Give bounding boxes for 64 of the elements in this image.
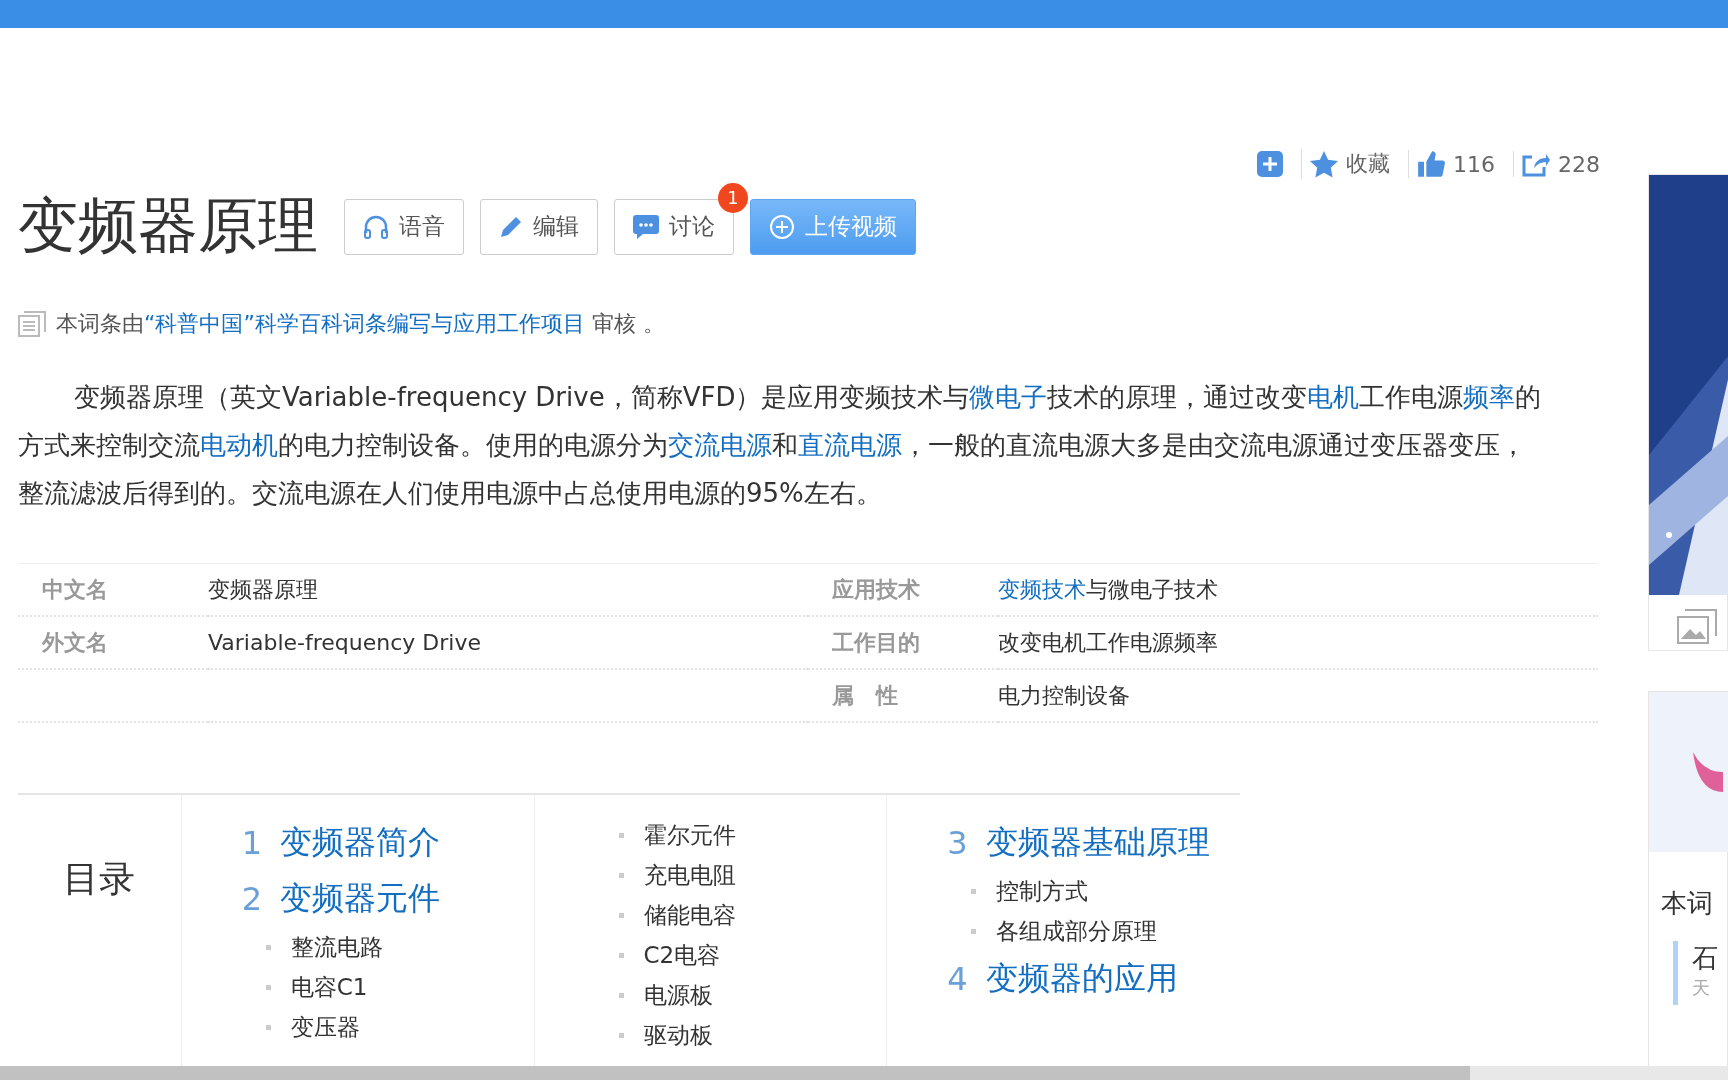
bullet-icon xyxy=(618,1032,624,1038)
gallery-icon xyxy=(1677,609,1717,645)
bullet-icon xyxy=(265,984,271,990)
toc-subsection-link[interactable]: 储能电容 xyxy=(643,899,736,931)
voice-button[interactable]: 语音 xyxy=(344,198,464,255)
headphones-icon xyxy=(363,214,389,239)
info-label: 中文名 xyxy=(42,575,108,604)
toc-title: 目录 xyxy=(63,857,136,901)
toc-subsection-link[interactable]: 控制方式 xyxy=(996,875,1089,907)
bullet-icon xyxy=(618,872,624,878)
toc-section-link[interactable]: 4 变频器的应用 xyxy=(947,951,1240,1007)
bullet-icon xyxy=(971,888,977,894)
bullet-icon xyxy=(265,944,271,950)
toc-subsection-link[interactable]: 变压器 xyxy=(290,1011,360,1043)
bullet-icon xyxy=(265,1024,271,1030)
review-note: 本词条由“科普中国”科学百科词条编写与应用工作项目 审核 。 xyxy=(56,310,665,338)
toc-subsection-link[interactable]: 驱动板 xyxy=(643,1019,713,1051)
info-value: 电力控制设备 xyxy=(998,681,1130,710)
info-value: Variable-frequency Drive xyxy=(208,630,481,655)
bullet-icon xyxy=(618,832,624,838)
pencil-icon xyxy=(499,214,523,239)
info-label: 应用技术 xyxy=(832,575,920,604)
toc-subsection-link[interactable]: 充电电阻 xyxy=(643,859,736,891)
info-label: 工作目的 xyxy=(832,628,920,657)
toc-subsection-link[interactable]: 霍尔元件 xyxy=(643,819,736,851)
sidebar-heading: 本词 xyxy=(1661,886,1714,920)
summary-link[interactable]: 电动机 xyxy=(200,430,278,460)
chat-icon xyxy=(633,214,659,239)
info-value: 改变电机工作电源频率 xyxy=(998,628,1218,657)
sidebar-subtext: 天 xyxy=(1692,975,1711,1000)
toc-section-link[interactable]: 2 变频器元件 xyxy=(241,871,534,927)
summary-link[interactable]: 微电子 xyxy=(969,382,1048,412)
toc-subsection-link[interactable]: C2电容 xyxy=(643,939,721,971)
sidebar-item[interactable]: 石 xyxy=(1692,940,1718,976)
summary-paragraph: 变频器原理（英文Variable-frequency Drive，简称VFD）是应用变频技术与微电子技术的原理，通过改变电机工作电源频率的方式来控制交流电动机的电力控制设备。使用的电源分为交流电源和直流电源，一般的直流电源大多是由交流电源通过变压器变压，整流滤波后得到的。交流电源在人们使用电源中占总使用电源的95%左右。 xyxy=(18,381,1543,510)
toc-section-link[interactable]: 3 变频器基础原理 xyxy=(947,815,1240,871)
bullet-icon xyxy=(618,992,624,998)
star-icon xyxy=(1310,150,1338,178)
toc-subsection-link[interactable]: 电源板 xyxy=(643,979,713,1011)
thumbs-up-icon xyxy=(1417,150,1445,178)
favorite-label[interactable]: 收藏 xyxy=(1346,149,1390,179)
edit-button[interactable]: 编辑 xyxy=(480,198,598,255)
document-icon xyxy=(18,311,46,337)
toc-subsection-link[interactable]: 电容C1 xyxy=(290,971,368,1003)
like-count[interactable]: 116 xyxy=(1453,151,1495,177)
plus-circle-icon xyxy=(769,213,795,240)
info-value: 变频器原理 xyxy=(208,575,318,604)
info-label: 属 性 xyxy=(832,681,898,710)
summary-link[interactable]: 电机 xyxy=(1307,382,1360,412)
summary-link[interactable]: 交流电源 xyxy=(668,430,772,460)
add-icon xyxy=(1257,151,1283,177)
summary-link[interactable]: 频率 xyxy=(1463,382,1516,412)
info-label: 外文名 xyxy=(42,628,108,657)
bullet-icon xyxy=(618,952,624,958)
summary-link[interactable]: 直流电源 xyxy=(798,430,902,460)
notification-badge: 1 xyxy=(718,182,748,213)
toc-section-link[interactable]: 1 变频器简介 xyxy=(241,815,534,871)
bullet-icon xyxy=(971,928,977,934)
toc-subsection-link[interactable]: 整流电路 xyxy=(290,931,383,963)
page-title: 变频器原理 xyxy=(18,189,318,262)
bullet-icon xyxy=(618,912,624,918)
share-count[interactable]: 228 xyxy=(1558,151,1600,177)
info-value: 变频技术与微电子技术 xyxy=(998,575,1218,604)
toc-subsection-link[interactable]: 各组成部分原理 xyxy=(996,915,1158,947)
